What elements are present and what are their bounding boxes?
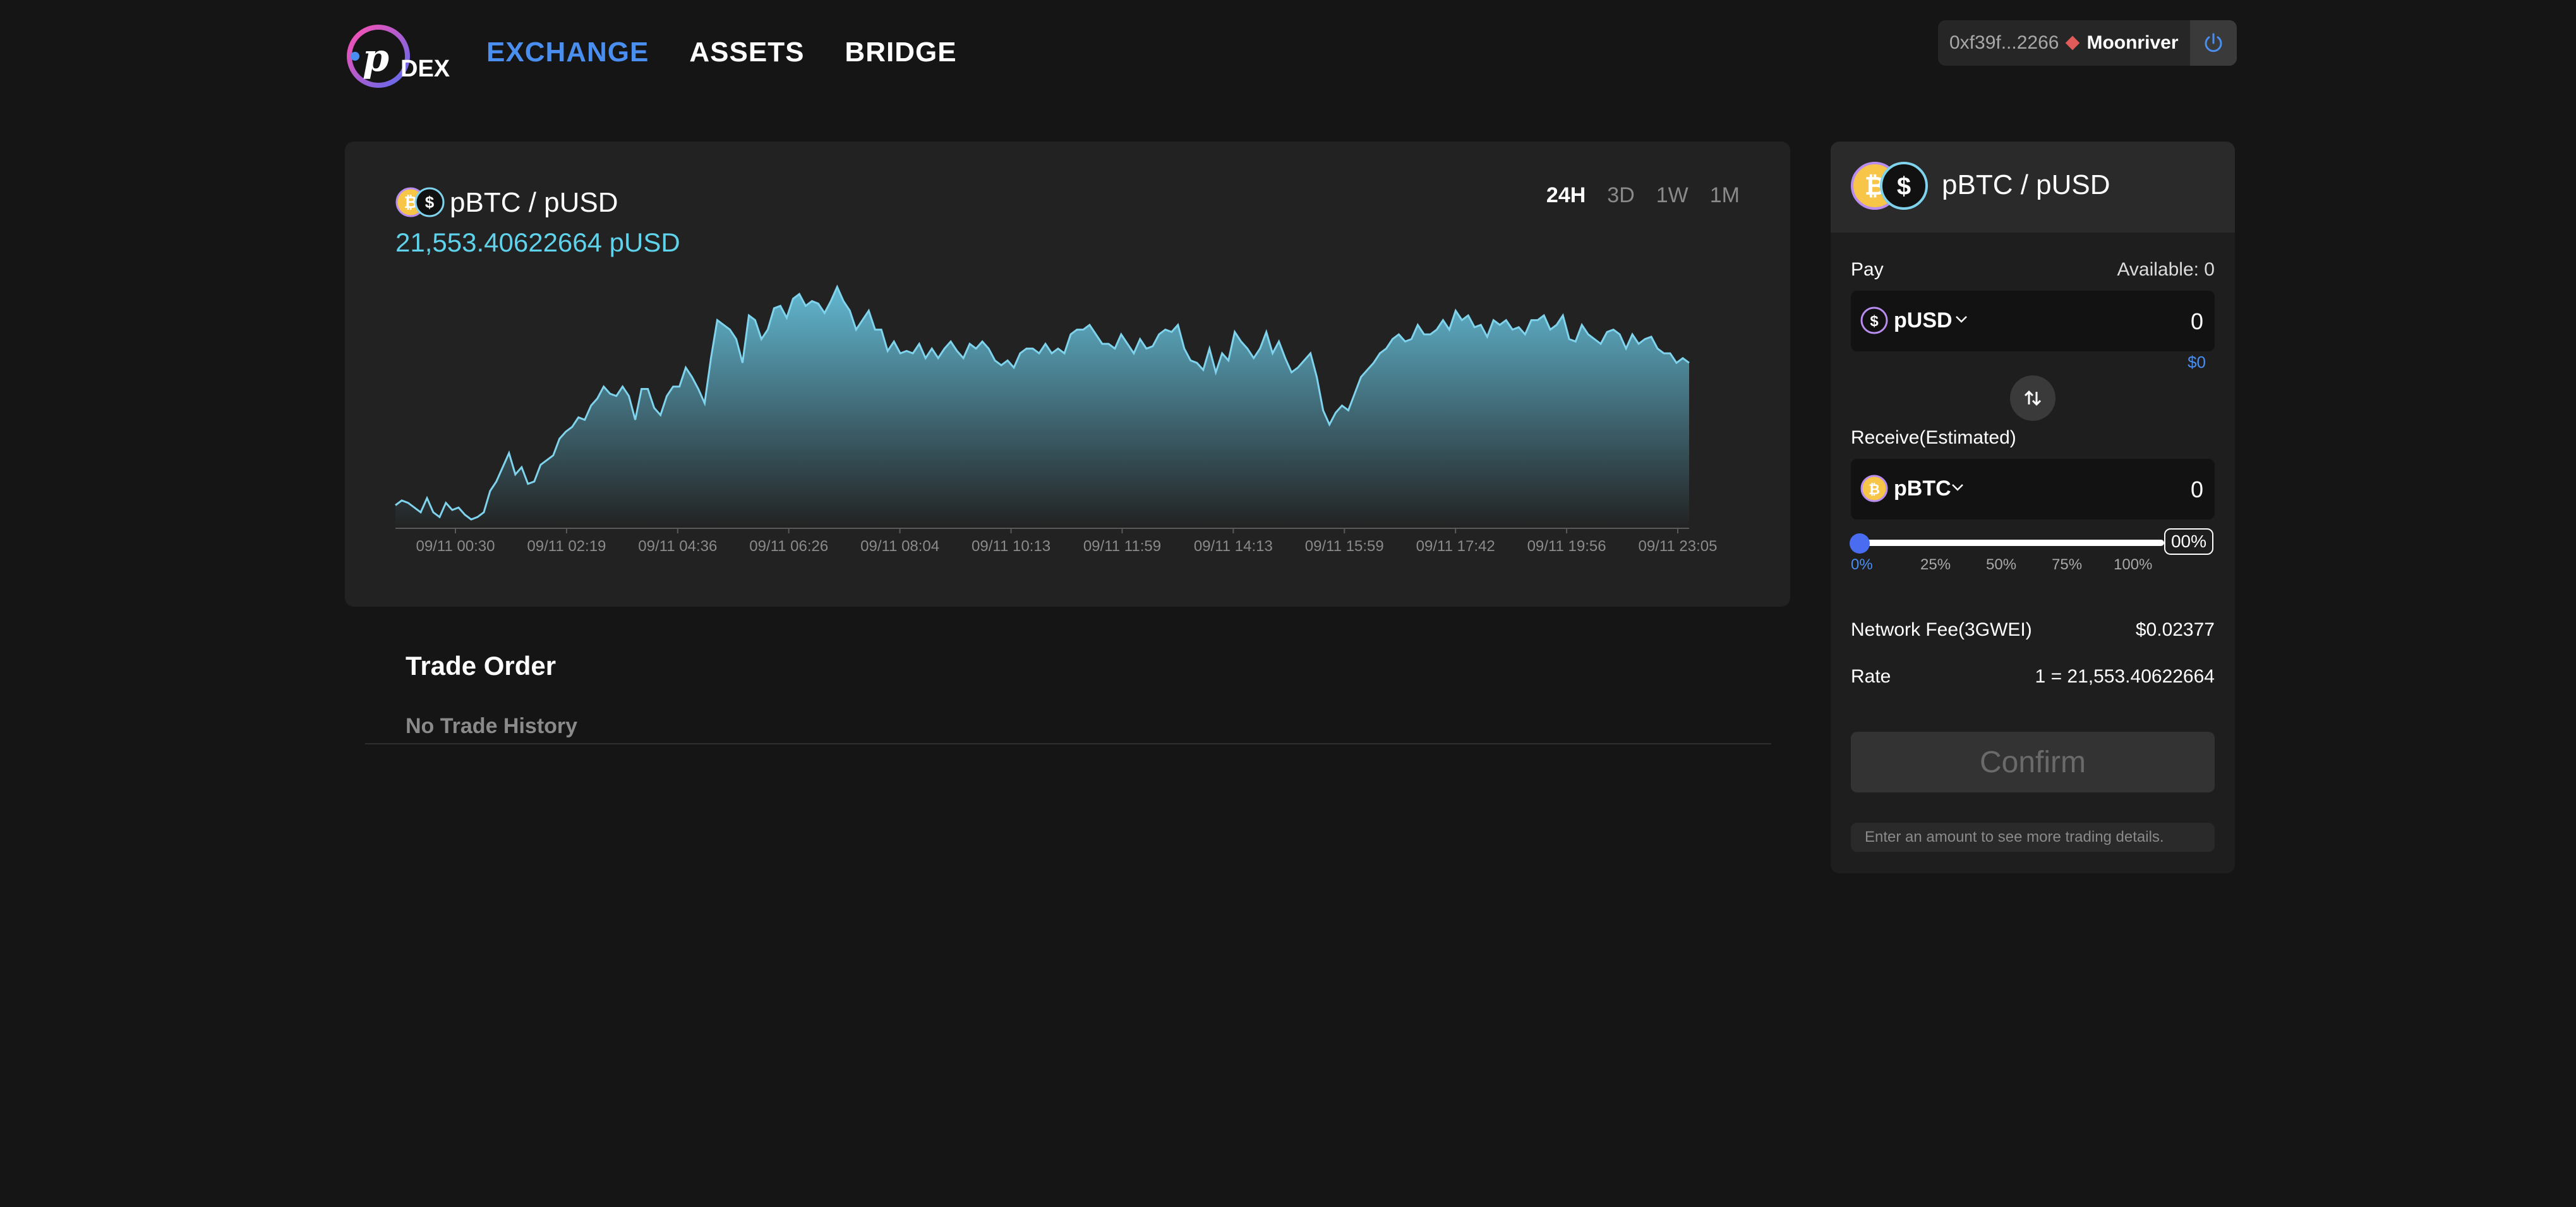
chevron-down-icon[interactable] (1954, 312, 1968, 326)
x-tick-label: 09/11 19:56 (1527, 538, 1606, 555)
wallet-address: 0xf39f...2266 (1949, 32, 2059, 53)
network-name: Moonriver (2086, 32, 2179, 53)
pay-amount-input[interactable]: 0 (2191, 308, 2203, 335)
x-tick-label: 09/11 14:13 (1194, 538, 1273, 555)
receive-token-select[interactable]: pBTC (1894, 476, 1951, 501)
receive-amount: 0 (2190, 476, 2203, 502)
x-tick-label: 09/11 04:36 (638, 538, 717, 555)
x-tick-label: 09/11 17:42 (1416, 538, 1495, 555)
x-tick-label: 09/11 08:04 (860, 538, 939, 555)
svg-text:$: $ (1897, 173, 1911, 200)
x-tick-label: 09/11 15:59 (1305, 538, 1384, 555)
swap-pair-title: pBTC / pUSD (1942, 169, 2110, 200)
nav-exchange[interactable]: EXCHANGE (486, 37, 649, 68)
x-tick-label: 09/11 23:05 (1638, 538, 1717, 555)
price-chart-card: ₿ $ pBTC / pUSD 21,553.40622664 pUSD 24H… (345, 142, 1790, 607)
available-balance: Available: 0 (2117, 259, 2215, 280)
disconnect-button[interactable] (2189, 20, 2237, 66)
trade-divider (365, 743, 1771, 744)
x-tick-label: 09/11 02:19 (527, 538, 606, 555)
logo[interactable]: p DEX (344, 21, 451, 91)
trade-order-title: Trade Order (406, 651, 557, 681)
svg-text:p: p (363, 36, 389, 80)
swap-direction-button[interactable] (2010, 375, 2055, 421)
pusd-token-icon: $ (1880, 162, 1928, 210)
swap-arrows-icon (2024, 390, 2042, 406)
pusd-icon: $ (1860, 306, 1888, 334)
x-tick-label: 09/11 00:30 (416, 538, 495, 555)
price-area-chart: 09/11 00:30 09/11 02:19 09/11 04:36 09/11 0… (395, 284, 1718, 555)
logo-text: DEX (400, 56, 450, 82)
power-icon (2205, 33, 2222, 52)
trade-empty-state: No Trade History (406, 714, 578, 738)
slider-percent-box[interactable]: 00% (2164, 528, 2213, 555)
swap-header: ₿ $ pBTC / pUSD (1831, 142, 2235, 233)
rate-value: 1 = 21,553.40622664 (2035, 666, 2215, 687)
chevron-down-icon[interactable] (1951, 480, 1965, 494)
network-fee-label: Network Fee(3GWEI) (1851, 619, 2032, 640)
x-tick-label: 09/11 10:13 (972, 538, 1050, 555)
pay-usd-value: $0 (2188, 353, 2206, 372)
confirm-button[interactable]: Confirm (1851, 732, 2215, 792)
pbtc-icon: ₿ (1860, 475, 1888, 502)
x-tick-label: 09/11 06:26 (749, 538, 828, 555)
nav-bridge[interactable]: BRIDGE (845, 37, 956, 68)
network-fee-value: $0.02377 (2135, 619, 2215, 640)
amount-slider-handle[interactable] (1850, 533, 1870, 554)
nav-assets[interactable]: ASSETS (689, 37, 804, 68)
pay-label: Pay (1851, 259, 1884, 280)
slider-mark-100[interactable]: 100% (2114, 556, 2152, 574)
pay-token-field: $ pUSD 0 (1851, 291, 2215, 351)
network-diamond-icon (2066, 35, 2080, 51)
svg-text:$: $ (1870, 313, 1879, 330)
amount-slider-track[interactable] (1858, 540, 2164, 546)
wallet-chip[interactable]: 0xf39f...2266 Moonriver (1938, 20, 2237, 66)
swap-panel: ₿ $ pBTC / pUSD Pay Available: 0 $ pUSD … (1831, 142, 2235, 873)
rate-label: Rate (1851, 666, 1891, 687)
pay-token-select[interactable]: pUSD (1894, 308, 1953, 333)
receive-token-field: ₿ pBTC 0 (1851, 459, 2215, 519)
slider-mark-50[interactable]: 50% (1986, 556, 2016, 574)
x-tick-label: 09/11 11:59 (1083, 538, 1161, 555)
svg-text:₿: ₿ (1869, 482, 1880, 497)
swap-pair-icons: ₿ $ (1851, 162, 1928, 210)
slider-mark-75[interactable]: 75% (2052, 556, 2082, 574)
slider-mark-0[interactable]: 0% (1851, 556, 1873, 574)
main-nav: EXCHANGE ASSETS BRIDGE (486, 37, 957, 68)
trading-hint: Enter an amount to see more trading deta… (1851, 823, 2215, 852)
x-ticks: 09/11 00:30 09/11 02:19 09/11 04:36 09/11 0… (416, 528, 1718, 555)
receive-label: Receive(Estimated) (1851, 427, 2016, 448)
slider-mark-25[interactable]: 25% (1920, 556, 1951, 574)
